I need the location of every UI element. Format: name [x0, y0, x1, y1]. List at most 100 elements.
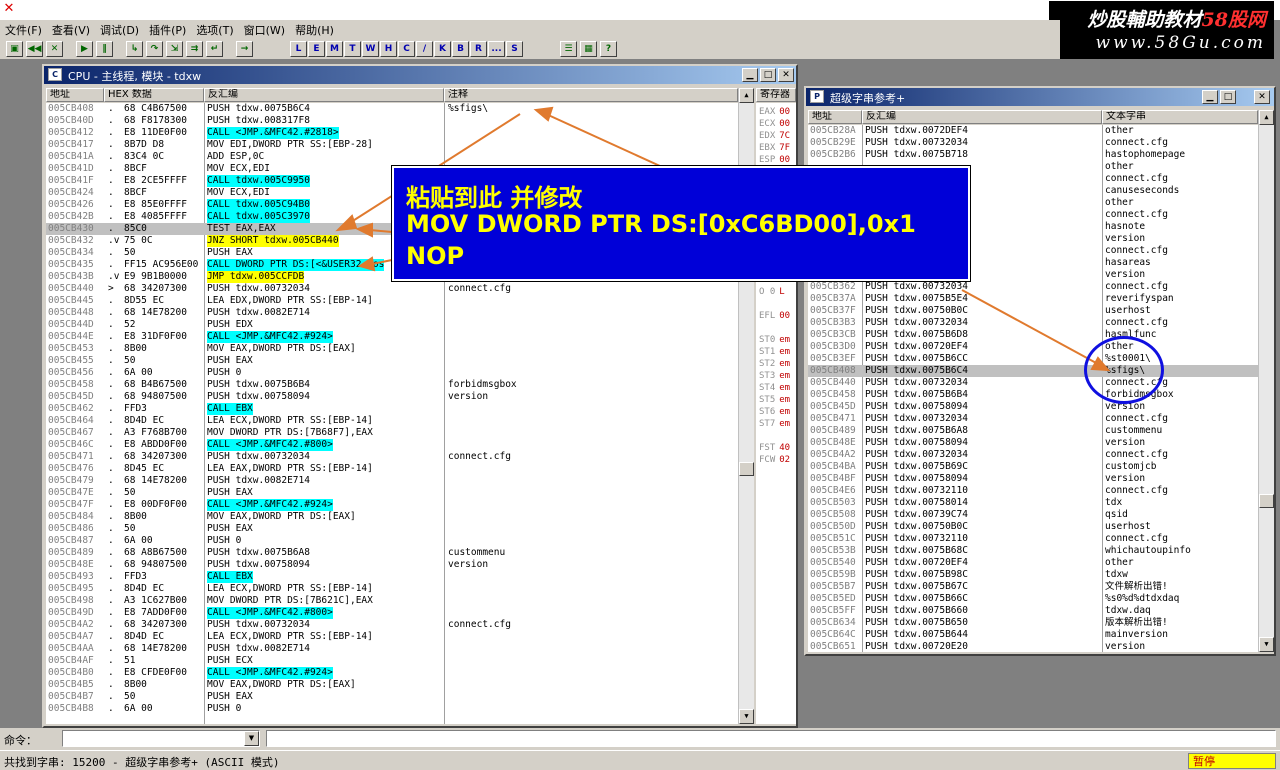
- disasm-row[interactable]: 005CB489. 68 A8B67500 PUSH tdxw.0075B6A8 cu…: [46, 547, 738, 559]
- disasm-row[interactable]: 005CB464. 8D4D EC LEA ECX,DWORD PTR SS:[EB…: [46, 415, 738, 427]
- disasm-row[interactable]: 005CB445. 8D55 EC LEA EDX,DWORD PTR SS:[EB…: [46, 295, 738, 307]
- disasm-row[interactable]: 005CB487. 6A 00 PUSH 0: [46, 535, 738, 547]
- string-row[interactable]: 005CB28A PUSH tdxw.0072DEF4 other: [808, 125, 1258, 137]
- disasm-row[interactable]: 005CB4B7. 50 PUSH EAX: [46, 691, 738, 703]
- disasm-row[interactable]: 005CB46C. E8 ABDD0F00 CALL <JMP.&MFC42.#80…: [46, 439, 738, 451]
- rewind-icon[interactable]: ◀◀: [26, 41, 43, 57]
- disasm-row[interactable]: 005CB417. 8B7D D8 MOV EDI,DWORD PTR SS:[EB…: [46, 139, 738, 151]
- register-row[interactable]: ESP 00: [759, 154, 790, 166]
- string-row[interactable]: 005CB408 PUSH tdxw.0075B6C4 %sfigs\: [808, 365, 1258, 377]
- string-row[interactable]: 005CB4BA PUSH tdxw.0075B69C customjcb: [808, 461, 1258, 473]
- string-row[interactable]: 005CB4E6 PUSH tdxw.00732110 connect.cfg: [808, 485, 1258, 497]
- register-row[interactable]: EFL 00: [759, 310, 790, 322]
- register-row[interactable]: EAX 00: [759, 106, 790, 118]
- open-icon[interactable]: ▣: [6, 41, 23, 57]
- disasm-row[interactable]: 005CB4B8. 6A 00 PUSH 0: [46, 703, 738, 715]
- string-row[interactable]: 005CB37F PUSH tdxw.00750B0C userhost: [808, 305, 1258, 317]
- disasm-row[interactable]: 005CB44D. 52 PUSH EDX: [46, 319, 738, 331]
- disasm-row[interactable]: 005CB498. A3 1C627B00 MOV DWORD PTR DS:[7B…: [46, 595, 738, 607]
- disasm-row[interactable]: 005CB476. 8D45 EC LEA EAX,DWORD PTR SS:[EB…: [46, 463, 738, 475]
- disasm-row[interactable]: 005CB41A. 83C4 0C ADD ESP,0C: [46, 151, 738, 163]
- register-row[interactable]: EDX 7C: [759, 130, 790, 142]
- string-row[interactable]: 005CB37A PUSH tdxw.0075B5E4 reverifyspan: [808, 293, 1258, 305]
- string-row[interactable]: 005CB2B6 PUSH tdxw.0075B718 hastophomepage: [808, 149, 1258, 161]
- disasm-row[interactable]: 005CB48E. 68 94807500 PUSH tdxw.00758094 ve…: [46, 559, 738, 571]
- scroll-down-arrow-icon[interactable]: ▼: [1259, 637, 1274, 652]
- chevron-down-icon[interactable]: ▼: [244, 731, 259, 746]
- register-row[interactable]: ST5 em: [759, 394, 790, 406]
- toolbar-button-3[interactable]: T: [344, 41, 361, 57]
- disasm-row[interactable]: 005CB455. 50 PUSH EAX: [46, 355, 738, 367]
- disasm-row[interactable]: 005CB467. A3 F768B700 MOV DWORD PTR DS:[7B…: [46, 427, 738, 439]
- disasm-row[interactable]: 005CB47E. 50 PUSH EAX: [46, 487, 738, 499]
- toolbar-button-7[interactable]: /: [416, 41, 433, 57]
- disasm-row[interactable]: 005CB40D. 68 F8178300 PUSH tdxw.008317F8: [46, 115, 738, 127]
- string-row[interactable]: 005CB440 PUSH tdxw.00732034 connect.cfg: [808, 377, 1258, 389]
- toolbar-button-6[interactable]: C: [398, 41, 415, 57]
- close-button[interactable]: ✕: [778, 68, 794, 82]
- col-header-hex[interactable]: HEX 数据: [104, 88, 204, 102]
- string-row[interactable]: 005CB5FF PUSH tdxw.0075B660 tdxw.daq: [808, 605, 1258, 617]
- disasm-row[interactable]: 005CB493. FFD3 CALL EBX: [46, 571, 738, 583]
- col-header-disasm[interactable]: 反汇编: [862, 110, 1102, 124]
- menu-item-5[interactable]: 窗口(W): [239, 20, 290, 38]
- string-row[interactable]: 005CB489 PUSH tdxw.0075B6A8 custommenu: [808, 425, 1258, 437]
- maximize-button[interactable]: □: [760, 68, 776, 82]
- string-row[interactable]: 005CB503 PUSH tdxw.00758014 tdx: [808, 497, 1258, 509]
- string-row[interactable]: 005CB64C PUSH tdxw.0075B644 mainversion: [808, 629, 1258, 641]
- string-row[interactable]: 005CB51C PUSH tdxw.00732110 connect.cfg: [808, 533, 1258, 545]
- toolbar-button-11[interactable]: ...: [488, 41, 505, 57]
- register-row[interactable]: ST1 em: [759, 346, 790, 358]
- string-row[interactable]: 005CB45D PUSH tdxw.00758094 version: [808, 401, 1258, 413]
- toolbar-button-9[interactable]: B: [452, 41, 469, 57]
- toolbar-button-12[interactable]: S: [506, 41, 523, 57]
- disasm-row[interactable]: 005CB471. 68 34207300 PUSH tdxw.00732034 co…: [46, 451, 738, 463]
- disasm-row[interactable]: 005CB44E. E8 31DF0F00 CALL <JMP.&MFC42.#92…: [46, 331, 738, 343]
- goto-icon[interactable]: →: [236, 41, 253, 57]
- register-row[interactable]: [759, 298, 763, 310]
- help-icon[interactable]: ?: [600, 41, 617, 57]
- toolbar-button-10[interactable]: R: [470, 41, 487, 57]
- disasm-row[interactable]: 005CB49D. E8 7ADD0F00 CALL <JMP.&MFC42.#80…: [46, 607, 738, 619]
- register-row[interactable]: FST 40: [759, 442, 790, 454]
- scroll-up-arrow-icon[interactable]: ▲: [1259, 110, 1274, 125]
- disasm-row[interactable]: 005CB4B5. 8B00 MOV EAX,DWORD PTR DS:[EAX]: [46, 679, 738, 691]
- maximize-button[interactable]: □: [1220, 90, 1236, 104]
- command-input[interactable]: ▼: [62, 730, 260, 747]
- string-row[interactable]: 005CB50D PUSH tdxw.00750B0C userhost: [808, 521, 1258, 533]
- scroll-up-arrow-icon[interactable]: ▲: [739, 88, 754, 103]
- string-list-scrollbar[interactable]: ▲ ▼: [1258, 110, 1274, 652]
- disasm-row[interactable]: 005CB479. 68 14E78200 PUSH tdxw.0082E714: [46, 475, 738, 487]
- string-row[interactable]: 005CB634 PUSH tdxw.0075B650 版本解析出错!: [808, 617, 1258, 629]
- disasm-row[interactable]: 005CB412. E8 11DE0F00 CALL <JMP.&MFC42.#28…: [46, 127, 738, 139]
- execute-till-return-icon[interactable]: ↵: [206, 41, 223, 57]
- string-row[interactable]: 005CB5B7 PUSH tdxw.0075B67C 文件解析出错!: [808, 581, 1258, 593]
- disasm-row[interactable]: 005CB448. 68 14E78200 PUSH tdxw.0082E714: [46, 307, 738, 319]
- string-row[interactable]: 005CB29E PUSH tdxw.00732034 connect.cfg: [808, 137, 1258, 149]
- string-row[interactable]: 005CB53B PUSH tdxw.0075B68C whichautoupinf…: [808, 545, 1258, 557]
- disasm-row[interactable]: 005CB4A2. 68 34207300 PUSH tdxw.00732034 co…: [46, 619, 738, 631]
- disasm-row[interactable]: 005CB4B0. E8 CFDE0F00 CALL <JMP.&MFC42.#92…: [46, 667, 738, 679]
- string-row[interactable]: 005CB4BF PUSH tdxw.00758094 version: [808, 473, 1258, 485]
- col-header-text-string[interactable]: 文本字串: [1102, 110, 1258, 124]
- string-row[interactable]: 005CB458 PUSH tdxw.0075B6B4 forbidmsgbox: [808, 389, 1258, 401]
- menu-item-4[interactable]: 选项(T): [191, 20, 238, 38]
- register-row[interactable]: O 0L: [759, 286, 785, 298]
- close-icon[interactable]: ✕: [46, 41, 63, 57]
- col-header-address[interactable]: 地址: [46, 88, 104, 102]
- disasm-row[interactable]: 005CB440 >68 34207300 PUSH tdxw.00732034 co…: [46, 283, 738, 295]
- disasm-row[interactable]: 005CB47F. E8 00DF0F00 CALL <JMP.&MFC42.#92…: [46, 499, 738, 511]
- menu-item-6[interactable]: 帮助(H): [290, 20, 339, 38]
- disasm-row[interactable]: 005CB458. 68 B4B67500 PUSH tdxw.0075B6B4 fo…: [46, 379, 738, 391]
- menu-item-2[interactable]: 调试(D): [95, 20, 144, 38]
- disasm-row[interactable]: 005CB486. 50 PUSH EAX: [46, 523, 738, 535]
- disasm-row[interactable]: 005CB4AF. 51 PUSH ECX: [46, 655, 738, 667]
- register-row[interactable]: EBX 7F: [759, 142, 790, 154]
- register-row[interactable]: ST6 em: [759, 406, 790, 418]
- run-icon[interactable]: ▶: [76, 41, 93, 57]
- string-window-title-bar[interactable]: P 超级字串参考+ ▁ □ ✕: [806, 88, 1274, 106]
- string-row[interactable]: 005CB4A2 PUSH tdxw.00732034 connect.cfg: [808, 449, 1258, 461]
- toolbar-button-4[interactable]: W: [362, 41, 379, 57]
- scroll-down-arrow-icon[interactable]: ▼: [739, 709, 754, 724]
- string-row[interactable]: 005CB471 PUSH tdxw.00732034 connect.cfg: [808, 413, 1258, 425]
